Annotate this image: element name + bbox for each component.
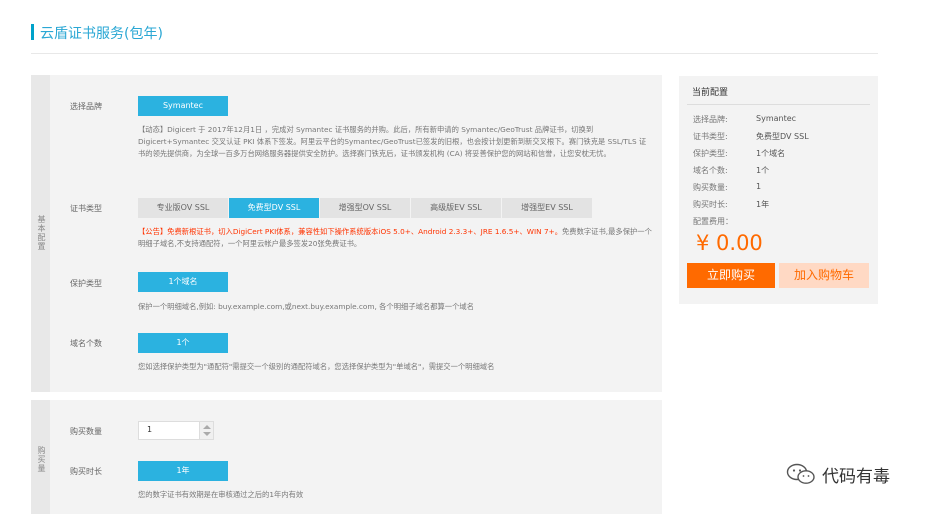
brand-symantec-button[interactable]: Symantec (138, 96, 228, 116)
watermark-text: 代码有毒 (822, 466, 890, 487)
quantity-label: 购买数量 (70, 427, 102, 436)
decrement-arrow-icon[interactable] (203, 432, 211, 436)
duration-description: 您的数字证书有效期是在审核通过之后的1年内有效 (138, 490, 304, 499)
purchase-side-label: 购买量 (37, 446, 46, 473)
summary-title: 当前配置 (692, 88, 729, 98)
watermark: 代码有毒 (786, 462, 890, 487)
quantity-stepper (138, 421, 214, 440)
summary-value-cert-type: 免费型DV SSL (756, 132, 809, 141)
brand-description: 【动态】Digicert 于 2017年12月1日 ，完成对 Symantec … (138, 125, 647, 158)
wechat-icon (786, 463, 815, 484)
brand-label: 选择品牌 (70, 102, 102, 111)
current-config-panel: 当前配置 选择品牌: Symantec 证书类型: 免费型DV SSL 保护类型… (679, 76, 878, 304)
fee-label: 配置费用： (693, 217, 733, 226)
summary-key-quantity: 购买数量: (693, 183, 728, 192)
tab-advanced-ev-ssl[interactable]: 高级版EV SSL (411, 198, 501, 218)
tab-enhanced-ev-ssl[interactable]: 增强型EV SSL (502, 198, 592, 218)
summary-value-protection: 1个域名 (756, 149, 786, 158)
summary-key-cert-type: 证书类型: (693, 132, 728, 141)
summary-key-duration: 购买时长: (693, 200, 728, 209)
cert-type-label: 证书类型 (70, 204, 102, 213)
summary-key-protection: 保护类型: (693, 149, 728, 158)
page-header: 云盾证书服务(包年) (31, 22, 878, 54)
domain-count-one-button[interactable]: 1个 (138, 333, 228, 353)
summary-value-brand: Symantec (756, 114, 797, 123)
config-side-bar: 基本配置 (31, 75, 50, 392)
tab-free-dv-ssl[interactable]: 免费型DV SSL (229, 198, 319, 218)
protection-description: 保护一个明细域名,例如: buy.example.com,或next.buy.e… (138, 302, 474, 311)
cert-type-tabs: 专业版OV SSL 免费型DV SSL 增强型OV SSL 高级版EV SSL … (138, 198, 593, 218)
config-side-label: 基本配置 (37, 215, 46, 251)
summary-value-domain-count: 1个 (756, 166, 770, 175)
notice-red-text: 【公告】免费新根证书，切入DigiCert PKI体系，兼容性如下操作系统版本i… (138, 227, 562, 236)
duration-label: 购买时长 (70, 467, 102, 476)
protection-one-domain-button[interactable]: 1个域名 (138, 272, 228, 292)
quantity-input[interactable] (147, 425, 192, 434)
summary-divider (687, 104, 870, 105)
tab-enhanced-ov-ssl[interactable]: 增强型OV SSL (320, 198, 410, 218)
protection-label: 保护类型 (70, 279, 102, 288)
purchase-side-bar: 购买量 (31, 400, 50, 514)
summary-value-duration: 1年 (756, 200, 770, 209)
quantity-spinner[interactable] (199, 422, 213, 439)
increment-arrow-icon[interactable] (203, 425, 211, 429)
domain-count-label: 域名个数 (70, 339, 102, 348)
domain-count-description: 您如选择保护类型为"通配符"需提交一个级别的通配符域名，您选择保护类型为"单域名… (138, 362, 495, 371)
tab-pro-ov-ssl[interactable]: 专业版OV SSL (138, 198, 228, 218)
duration-one-year-button[interactable]: 1年 (138, 461, 228, 481)
add-to-cart-button[interactable]: 加入购物车 (779, 263, 869, 288)
summary-value-quantity: 1 (756, 182, 762, 191)
summary-key-domain-count: 域名个数: (693, 166, 728, 175)
summary-key-brand: 选择品牌: (693, 115, 728, 124)
title-accent-bar (31, 24, 34, 40)
buy-now-button[interactable]: 立即购买 (687, 263, 775, 288)
cert-type-notice: 【公告】免费新根证书，切入DigiCert PKI体系，兼容性如下操作系统版本i… (138, 226, 652, 250)
page-title: 云盾证书服务(包年) (40, 26, 163, 42)
price-value: ¥ 0.00 (696, 231, 763, 255)
